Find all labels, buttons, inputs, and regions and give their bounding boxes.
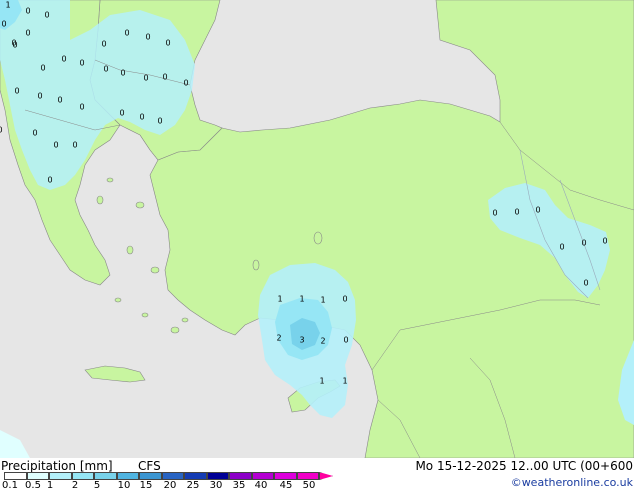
map-value-label: 0 <box>32 128 38 138</box>
map-value-label: 0 <box>514 207 520 217</box>
map-value-label: 0 <box>79 58 85 68</box>
map-value-label: 0 <box>124 28 130 38</box>
legend-color-swatch <box>116 472 139 480</box>
legend-color-swatch <box>229 472 252 480</box>
precipitation-map: 1 0 0 0 0 0 0 0 0 0 0 0 0 0 0 0 0 0 0 0 0 0 0 0 0 0 0 0 0 0 0 0 0 0 0 0 0 0 1 1… <box>0 0 634 459</box>
legend-tick-label: 0.5 <box>25 480 41 491</box>
legend-tick-label: 15 <box>139 480 153 491</box>
legend-tick-label: 25 <box>186 480 200 491</box>
map-value-label: 0 <box>157 116 163 126</box>
legend-tick-label: 2 <box>71 480 79 491</box>
legend-color-swatch <box>161 472 184 480</box>
map-value-label: 0 <box>79 102 85 112</box>
map-value-label: 0 <box>103 64 109 74</box>
map-value-label: 1 <box>277 294 283 304</box>
legend-color-swatch <box>94 472 117 480</box>
footer-credit: ©weatheronline.co.uk <box>510 476 633 489</box>
map-value-label: 2 <box>320 336 326 346</box>
map-value-label: 0 <box>145 32 151 42</box>
map-canvas <box>0 0 634 459</box>
legend-color-swatch <box>274 472 297 480</box>
footer-model: CFS <box>138 459 161 473</box>
map-value-label: 1 <box>299 294 305 304</box>
map-value-label: 0 <box>1 19 7 29</box>
legend-color-swatch <box>139 472 162 480</box>
map-value-label: 0 <box>162 72 168 82</box>
map-value-label: 0 <box>40 63 46 73</box>
map-value-label: 0 <box>72 140 78 150</box>
map-value-label: 0 <box>602 236 608 246</box>
legend-color-swatch <box>296 472 319 480</box>
legend-color-swatch <box>71 472 94 480</box>
legend-color-swatch <box>26 472 49 480</box>
map-value-label: 0 <box>492 208 498 218</box>
map-value-label: 0 <box>0 126 3 135</box>
map-value-label: 3 <box>299 335 305 345</box>
map-value-label: 0 <box>25 28 31 38</box>
map-value-label: 1 <box>320 295 326 305</box>
map-value-label: 0 <box>120 68 126 78</box>
footer-datetime: Mo 15-12-2025 12..00 UTC (00+600 <box>415 459 633 473</box>
map-value-label: 0 <box>343 335 349 345</box>
legend-color-swatch <box>49 472 72 480</box>
legend-color-swatch <box>4 472 27 480</box>
map-value-label: 1 <box>342 376 348 386</box>
footer-title: Precipitation [mm] <box>1 459 113 473</box>
map-value-label: 0 <box>535 205 541 215</box>
legend-tick-label: 0.1 <box>2 480 18 491</box>
legend-tick-label: 35 <box>232 480 246 491</box>
map-value-label: 0 <box>101 39 107 49</box>
map-value-label: 0 <box>342 294 348 304</box>
map-footer: Precipitation [mm] CFS Mo 15-12-2025 12.… <box>0 458 634 491</box>
map-value-label: 0 <box>583 278 589 288</box>
map-value-label: 0 <box>559 242 565 252</box>
map-value-label: 0 <box>37 91 43 101</box>
map-value-label: 0 <box>139 112 145 122</box>
map-value-label: 2 <box>276 333 282 343</box>
legend-tick-label: 40 <box>254 480 268 491</box>
legend-tick-label: 5 <box>93 480 101 491</box>
map-value-label: 0 <box>44 10 50 20</box>
map-value-label: 0 <box>119 108 125 118</box>
legend-color-swatch <box>206 472 229 480</box>
map-value-label: 1 <box>5 0 11 10</box>
legend-color-swatch <box>251 472 274 480</box>
map-value-label: 0 <box>165 38 171 48</box>
map-value-label: 0 <box>25 6 31 16</box>
map-value-label: 0 <box>57 95 63 105</box>
map-value-label: 0 <box>14 86 20 96</box>
map-value-label: 0 <box>53 140 59 150</box>
legend-color-swatch <box>319 472 333 480</box>
legend-tick-label: 10 <box>117 480 131 491</box>
map-value-label: 0 <box>11 38 17 48</box>
map-value-label: 0 <box>581 238 587 248</box>
legend-tick-label: 1 <box>46 480 54 491</box>
legend-color-swatch <box>184 472 207 480</box>
map-value-label: 1 <box>319 376 325 386</box>
legend-tick-label: 30 <box>209 480 223 491</box>
map-value-label: 0 <box>47 175 53 185</box>
legend-tick-label: 20 <box>163 480 177 491</box>
map-value-label: 0 <box>61 54 67 64</box>
map-value-label: 0 <box>183 78 189 88</box>
legend-tick-label: 45 <box>279 480 293 491</box>
map-value-label: 0 <box>143 73 149 83</box>
legend-tick-label: 50 <box>302 480 316 491</box>
